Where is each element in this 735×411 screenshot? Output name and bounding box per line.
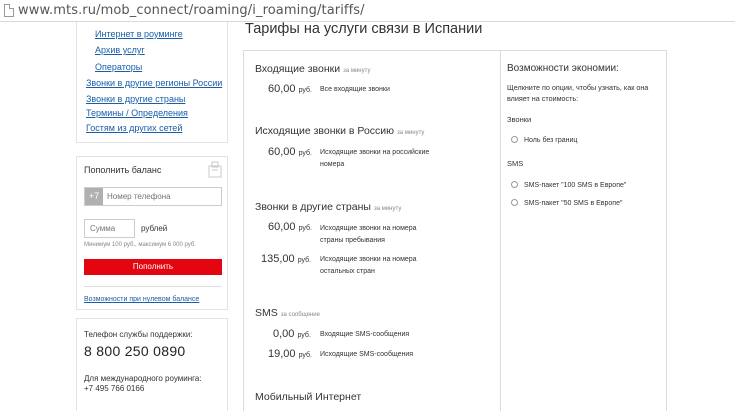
option-group-sms: SMS (507, 159, 524, 168)
currency-label: рублей (141, 224, 168, 233)
savings-hint: Щелкните по опции, чтобы узнать, как она… (507, 83, 649, 103)
address-bar[interactable]: www.mts.ru/mob_connect/roaming/i_roaming… (0, 0, 735, 22)
price-value: 0,00 руб. (273, 328, 311, 340)
amount-input[interactable] (84, 219, 135, 238)
price-value: 60,00 руб. (268, 221, 312, 233)
sidebar-item-archive[interactable]: Архив услуг (95, 45, 145, 55)
section-title-incoming: Входящие звонки за минуту (255, 63, 371, 75)
support-label: Телефон службы поддержки: (84, 330, 193, 339)
option-sms-100-europe[interactable]: SMS-пакет "100 SMS в Европе" (511, 181, 626, 189)
top-up-panel: Пополнить баланс +7 рублей Минимум 100 р… (76, 156, 228, 310)
radio-button[interactable] (511, 181, 518, 188)
sidebar-item-guests[interactable]: Гостям из других сетей (86, 123, 182, 133)
price-description: Исходящие звонки на номера страны пребыв… (320, 225, 417, 244)
section-title-other-countries: Звонки в другие страны за минуту (255, 201, 402, 213)
price-description: Исходящие звонки на номера остальных стр… (320, 256, 417, 275)
section-title-sms: SMS за сообщение (255, 307, 320, 319)
sidebar-item-other-countries[interactable]: Звонки в другие страны (86, 94, 185, 104)
intl-roaming-phone: +7 495 766 0166 (84, 384, 145, 393)
savings-panel: Возможности экономии: Щелкните по опции,… (501, 50, 667, 411)
phone-field[interactable]: +7 (84, 187, 222, 206)
support-panel: Телефон службы поддержки: 8 800 250 0890… (76, 318, 228, 411)
option-sms-50-europe[interactable]: SMS-пакет "50 SMS в Европе" (511, 199, 622, 207)
radio-button[interactable] (511, 199, 518, 206)
top-up-button[interactable]: Пополнить (84, 259, 222, 275)
option-group-calls: Звонки (507, 115, 532, 124)
sidebar-item-internet-roaming[interactable]: Интернет в роуминге (95, 29, 183, 39)
tariff-panel: Входящие звонки за минуту 60,00 руб. Все … (243, 50, 501, 411)
sidebar-item-terms[interactable]: Термины / Определения (86, 108, 188, 118)
amount-limits: Минимум 100 руб., максимум 6 000 руб. (84, 242, 196, 248)
intl-roaming-label: Для международного роуминга: (84, 374, 202, 383)
section-title-calls-russia: Исходящие звонки в Россию за минуту (255, 125, 425, 137)
price-description: Входящие SMS-сообщения (320, 331, 410, 338)
sidebar-item-operators[interactable]: Операторы (95, 62, 142, 72)
option-zero-without-borders[interactable]: Ноль без границ (511, 136, 577, 144)
url-text[interactable]: www.mts.ru/mob_connect/roaming/i_roaming… (18, 3, 365, 18)
divider (84, 286, 222, 287)
section-title-mobile-internet: Мобильный Интернет (255, 391, 362, 403)
price-value: 19,00 руб. (268, 348, 312, 360)
price-description: Исходящие звонки на российские номера (320, 149, 430, 168)
sidebar-item-other-regions[interactable]: Звонки в другие регионы России (86, 78, 222, 88)
top-up-title: Пополнить баланс (84, 165, 162, 175)
wallet-icon (208, 161, 222, 178)
price-value: 60,00 руб. (268, 146, 312, 158)
price-description: Все входящие звонки (320, 86, 390, 93)
price-description: Исходящие SMS-сообщения (320, 351, 414, 358)
support-phone: 8 800 250 0890 (84, 343, 186, 359)
radio-button[interactable] (511, 136, 518, 143)
savings-title: Возможности экономии: (507, 63, 619, 74)
phone-input[interactable] (107, 188, 219, 205)
price-value: 135,00 руб. (261, 253, 312, 265)
phone-prefix: +7 (85, 188, 103, 205)
zero-balance-link[interactable]: Возможности при нулевом балансе (84, 296, 199, 303)
price-value: 60,00 руб. (268, 83, 312, 95)
page-icon (4, 4, 14, 17)
page-title: Тарифы на услуги связи в Испании (245, 21, 483, 37)
